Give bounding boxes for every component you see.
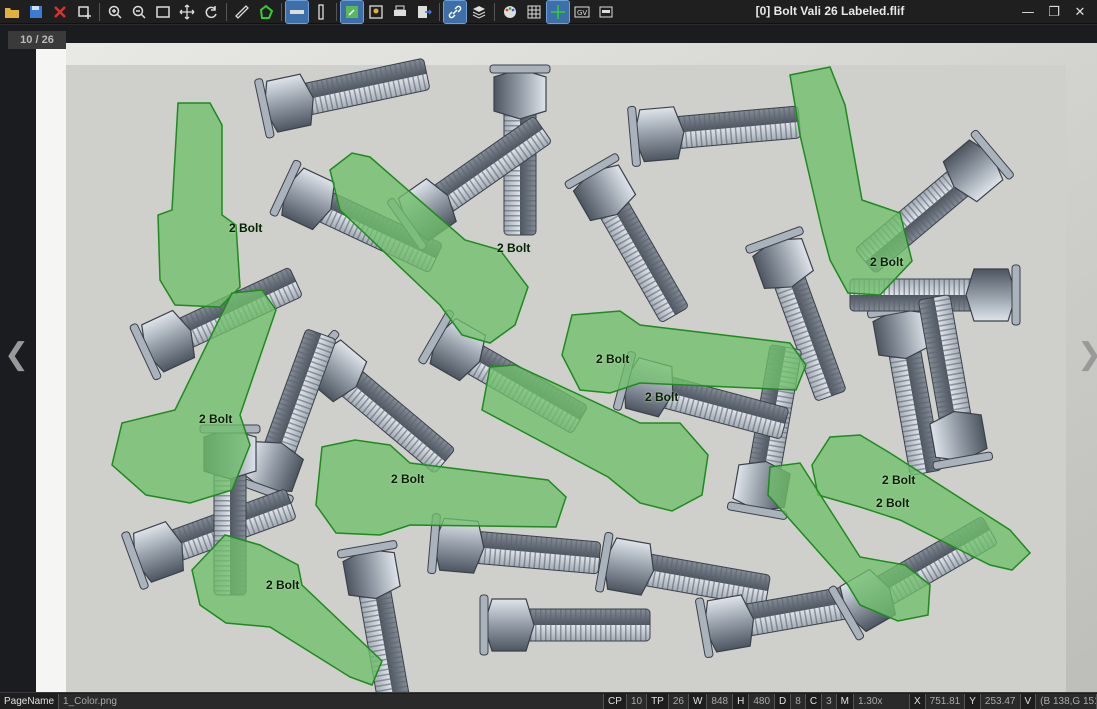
close-button[interactable]: ✕: [1067, 2, 1093, 22]
bolt-label: 2 Bolt: [882, 473, 916, 487]
fit-window-icon[interactable]: [152, 1, 174, 23]
minimize-button[interactable]: —: [1015, 2, 1041, 22]
link-icon[interactable]: [443, 0, 467, 24]
svg-text:GV: GV: [577, 9, 587, 17]
pan-icon[interactable]: [176, 1, 198, 23]
page-name-key: PageName: [0, 693, 60, 709]
save-icon[interactable]: [25, 1, 47, 23]
print-icon[interactable]: [389, 1, 411, 23]
ruler-icon[interactable]: [231, 1, 253, 23]
view-single-icon[interactable]: [285, 0, 309, 24]
channels-value: 3: [822, 693, 837, 709]
restore-button[interactable]: ❐: [1041, 2, 1067, 22]
image-viewer[interactable]: 10 / 26 ❮ ❯: [0, 25, 1097, 692]
folder-icon[interactable]: [1, 1, 23, 23]
toolbar-separator: [494, 2, 495, 21]
cp-key: CP: [604, 693, 627, 709]
rotate-icon[interactable]: [200, 1, 222, 23]
height-value: 480: [749, 693, 776, 709]
bolt-label: 2 Bolt: [497, 241, 531, 255]
channels-key: C: [806, 693, 823, 709]
status-bar: PageName 1_Color.png CP 10 TP 26 W 848 H…: [0, 692, 1097, 709]
overlay-icon[interactable]: GV: [571, 1, 593, 23]
tp-key: TP: [647, 693, 669, 709]
export-icon[interactable]: [413, 1, 435, 23]
view-vertical-icon[interactable]: [310, 1, 332, 23]
x-key: X: [910, 693, 926, 709]
crosshair-icon[interactable]: [546, 0, 570, 24]
bolt-label: 2 Bolt: [199, 412, 233, 426]
bolt-image: [0, 25, 1097, 692]
window-title: [0] Bolt Vali 26 Labeled.flif: [755, 4, 905, 18]
bolt-label: 2 Bolt: [596, 352, 630, 366]
y-value: 253.47: [980, 693, 1021, 709]
toolbar: GV [0] Bolt Vali 26 Labeled.flif — ❐ ✕: [0, 0, 1097, 24]
bolt-label: 2 Bolt: [645, 390, 679, 404]
add-layer-icon[interactable]: [73, 1, 95, 23]
bolt-label: 2 Bolt: [229, 221, 263, 235]
marker-icon[interactable]: [365, 1, 387, 23]
palette-icon[interactable]: [499, 1, 521, 23]
depth-key: D: [775, 693, 792, 709]
next-page-button[interactable]: ❯: [1077, 335, 1097, 375]
height-key: H: [733, 693, 750, 709]
magnification-value: 1.30x: [853, 693, 910, 709]
polygon-icon[interactable]: [255, 1, 277, 23]
tp-value: 26: [668, 693, 689, 709]
window-controls: — ❐ ✕: [1015, 2, 1093, 22]
toolbar-separator: [281, 2, 282, 21]
bolt-label: 2 Bolt: [876, 496, 910, 510]
bolt-label: 2 Bolt: [870, 255, 904, 269]
y-key: Y: [965, 693, 981, 709]
bolt-label: 2 Bolt: [391, 472, 425, 486]
toolbar-separator: [336, 2, 337, 21]
value-key: V: [1021, 693, 1037, 709]
bolt-label: 2 Bolt: [266, 578, 300, 592]
grid-icon[interactable]: [523, 1, 545, 23]
annotate-icon[interactable]: [340, 0, 364, 24]
toolbar-separator: [439, 2, 440, 21]
width-key: W: [689, 693, 708, 709]
width-value: 848: [707, 693, 734, 709]
toolbar-separator: [99, 2, 100, 21]
close-file-icon[interactable]: [49, 1, 71, 23]
cp-value: 10: [626, 693, 648, 709]
pixel-value: (B 138,G 151,R 157): [1036, 693, 1097, 709]
zoom-out-icon[interactable]: [128, 1, 150, 23]
layers-icon[interactable]: [468, 1, 490, 23]
magnification-key: M: [837, 693, 854, 709]
page-name-value: 1_Color.png: [59, 693, 605, 709]
x-value: 751.81: [925, 693, 966, 709]
depth-value: 8: [791, 693, 806, 709]
zoom-in-icon[interactable]: [104, 1, 126, 23]
page-counter: 10 / 26: [8, 31, 66, 49]
prev-page-button[interactable]: ❮: [4, 335, 29, 375]
toolbar-separator: [226, 2, 227, 21]
snapshot-icon[interactable]: [595, 1, 617, 23]
